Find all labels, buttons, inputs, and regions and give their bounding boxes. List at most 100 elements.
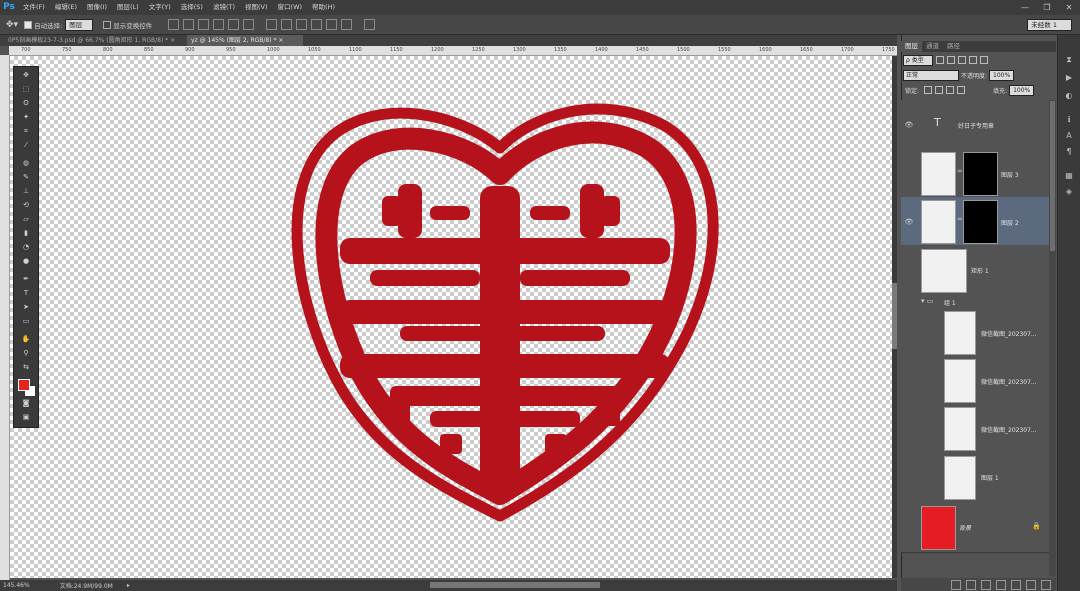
layer-thumbnail[interactable] <box>944 407 976 451</box>
tab-channels[interactable]: 通道 <box>922 41 943 52</box>
layer-row[interactable]: 背景 🔒 <box>901 502 1049 553</box>
eyedropper-icon[interactable]: ⁄ <box>20 141 32 150</box>
info-icon[interactable]: ℹ <box>1064 115 1074 125</box>
visibility-eye-icon[interactable] <box>904 377 914 385</box>
clone-stamp-icon[interactable]: ⊥ <box>20 187 32 196</box>
canvas-horizontal-scroll-thumb[interactable] <box>430 582 600 588</box>
lock-pixels-icon[interactable] <box>935 86 944 94</box>
menu-select[interactable]: 选择(S) <box>176 0 208 15</box>
close-icon[interactable]: ✕ <box>1058 0 1080 15</box>
workspace-dropdown[interactable]: 未经数 1 <box>1027 19 1072 31</box>
history-icon[interactable]: ⧗ <box>1064 55 1074 65</box>
crop-tool-icon[interactable]: ⌗ <box>20 127 32 136</box>
lock-position-icon[interactable] <box>946 86 955 94</box>
visibility-eye-icon[interactable] <box>904 266 914 274</box>
layer-name[interactable]: 微信截图_202307... <box>981 377 1037 386</box>
layer-name[interactable]: 组 1 <box>944 298 956 307</box>
brush-tool-icon[interactable]: ✎ <box>20 173 32 182</box>
visibility-eye-icon[interactable] <box>904 425 914 433</box>
visibility-eye-icon[interactable] <box>904 329 914 337</box>
auto-select-dropdown[interactable]: 图层 <box>65 18 94 31</box>
eraser-tool-icon[interactable]: ▱ <box>20 215 32 224</box>
actions-icon[interactable]: ▶ <box>1064 73 1074 83</box>
layer-row[interactable]: 矩形 1 <box>901 245 1049 296</box>
align-bottom-icon[interactable] <box>198 19 210 30</box>
character-icon[interactable]: A <box>1064 131 1074 141</box>
layer-mask-thumbnail[interactable] <box>963 152 998 196</box>
layer-thumbnail[interactable] <box>921 200 956 244</box>
visibility-eye-icon[interactable] <box>904 523 914 531</box>
move-tool-icon[interactable]: ✥ <box>20 71 32 80</box>
visibility-eye-icon[interactable]: 👁 <box>904 218 914 226</box>
add-mask-icon[interactable] <box>981 579 991 590</box>
layer-name[interactable]: 微信截图_202307... <box>981 329 1037 338</box>
menu-help[interactable]: 帮助(H) <box>307 0 340 15</box>
tab-layers[interactable]: 图层 <box>901 41 922 52</box>
zoom-tool-icon[interactable]: ⚲ <box>20 349 32 358</box>
layer-thumbnail[interactable] <box>944 456 976 500</box>
tab-template-doc[interactable]: 0P5刻画模板23-7-3.psd @ 66.7% (圆角矩形 1, RGB/8… <box>4 35 190 46</box>
filter-smart-icon[interactable] <box>979 56 988 64</box>
visibility-eye-icon[interactable] <box>904 473 914 481</box>
tab-close-icon[interactable]: × <box>278 37 283 44</box>
menu-type[interactable]: 文字(Y) <box>144 0 176 15</box>
filter-shape-icon[interactable] <box>968 56 977 64</box>
marquee-tool-icon[interactable]: ⬚ <box>20 85 32 94</box>
chain-link-icon[interactable]: ∞ <box>957 215 963 223</box>
magic-wand-icon[interactable]: ✦ <box>20 113 32 122</box>
layer-mask-thumbnail[interactable] <box>963 200 998 244</box>
align-hcenter-icon[interactable] <box>228 19 240 30</box>
delete-layer-icon[interactable] <box>1041 579 1051 590</box>
move-tool-icon[interactable]: ✥▾ <box>6 20 18 30</box>
tab-yz-doc[interactable]: yz @ 145% (图层 2, RGB/8) * × <box>187 35 303 46</box>
show-transform-checkbox[interactable]: 显示变换控件 <box>103 20 152 30</box>
menu-window[interactable]: 窗口(W) <box>273 0 308 15</box>
visibility-eye-icon[interactable] <box>904 170 914 178</box>
layer-row-selected[interactable]: 👁 ∞ 图层 2 <box>901 197 1049 246</box>
quick-mask-icon[interactable]: ◙ <box>20 399 32 408</box>
link-layers-icon[interactable] <box>951 579 961 590</box>
pen-tool-icon[interactable]: ✒ <box>20 275 32 284</box>
canvas-scroll-thumb[interactable] <box>892 283 897 349</box>
tab-paths[interactable]: 路径 <box>943 41 964 52</box>
zoom-level[interactable]: 145.46% <box>3 582 30 589</box>
background-thumbnail[interactable] <box>921 506 956 550</box>
screen-mode-icon[interactable]: ▣ <box>20 413 32 422</box>
align-right-icon[interactable] <box>243 19 255 30</box>
layer-name[interactable]: 背景 <box>959 523 971 532</box>
adjustments-icon[interactable]: ◐ <box>1064 91 1074 101</box>
group-row[interactable]: ▾ ▭ 组 1 <box>901 295 1049 309</box>
align-left-icon[interactable] <box>213 19 225 30</box>
distribute-top-icon[interactable] <box>266 19 278 30</box>
menu-image[interactable]: 图像(I) <box>82 0 112 15</box>
filter-adjust-icon[interactable] <box>946 56 955 64</box>
type-tool-icon[interactable]: T <box>20 289 32 298</box>
lock-transparent-icon[interactable] <box>924 86 933 94</box>
align-top-icon[interactable] <box>168 19 180 30</box>
lock-all-icon[interactable] <box>957 86 966 94</box>
visibility-eye-icon[interactable] <box>904 298 914 306</box>
gradient-tool-icon[interactable]: ▮ <box>20 229 32 238</box>
distribute-hcenter-icon[interactable] <box>326 19 338 30</box>
layer-thumbnail[interactable] <box>944 311 976 355</box>
layer-row[interactable]: 微信截图_202307... <box>901 404 1049 453</box>
adjustment-layer-icon[interactable] <box>996 579 1006 590</box>
dodge-tool-icon[interactable]: ● <box>20 257 32 266</box>
shape-thumbnail[interactable] <box>921 249 967 293</box>
history-brush-icon[interactable]: ⟲ <box>20 201 32 210</box>
layer-name[interactable]: 好日子专用章 <box>958 121 994 130</box>
new-group-icon[interactable] <box>1011 579 1021 590</box>
layer-row[interactable]: 👁 T 好日子专用章 <box>901 100 1049 151</box>
distribute-vcenter-icon[interactable] <box>281 19 293 30</box>
hand-tool-icon[interactable]: ✋ <box>20 335 32 344</box>
distribute-right-icon[interactable] <box>341 19 353 30</box>
new-layer-icon[interactable] <box>1026 579 1036 590</box>
path-select-icon[interactable]: ➤ <box>20 303 32 312</box>
auto-align-icon[interactable] <box>364 19 376 30</box>
restore-icon[interactable]: ❐ <box>1036 0 1058 15</box>
auto-select-checkbox[interactable]: 自动选择: <box>24 20 62 30</box>
menu-view[interactable]: 视图(V) <box>240 0 273 15</box>
menu-file[interactable]: 文件(F) <box>18 0 50 15</box>
layer-name[interactable]: 图层 1 <box>981 473 999 482</box>
swatches-icon[interactable]: ▦ <box>1064 171 1074 181</box>
